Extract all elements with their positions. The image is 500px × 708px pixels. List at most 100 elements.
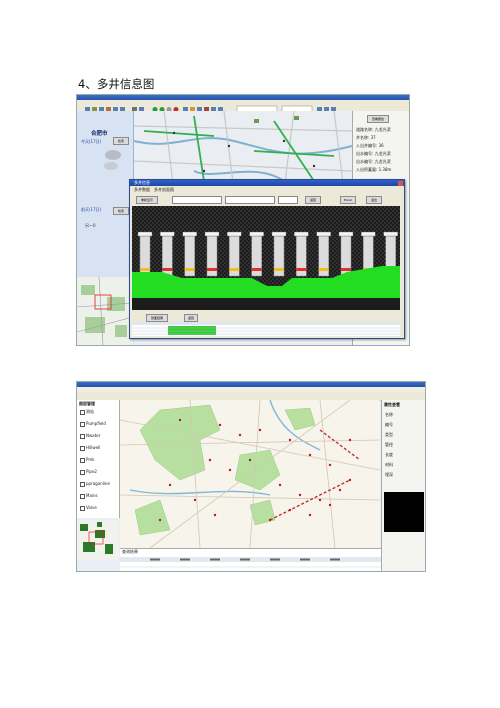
query-result-title: 查询结果 xyxy=(122,549,138,554)
layer-checkbox[interactable] xyxy=(80,494,85,499)
tab-profile[interactable]: 多井剖面图 xyxy=(154,187,174,193)
well-point-marker[interactable] xyxy=(268,518,272,522)
layer-item[interactable]: Valve xyxy=(80,505,118,511)
well-point-marker[interactable] xyxy=(218,423,222,427)
well-point-marker[interactable] xyxy=(213,513,217,517)
layer-label: Pipe2 xyxy=(86,469,97,474)
redisplay-button[interactable]: 重新显示 xyxy=(136,196,158,204)
result-table[interactable] xyxy=(120,557,381,571)
well-point-marker[interactable] xyxy=(288,438,292,442)
well-label xyxy=(271,231,287,237)
multi-well-screenshot: 合肥市 今天(17日) 前天(17日) 另一0 检索 检索 结论点系统 结论系统… xyxy=(76,94,410,346)
well-point-marker[interactable] xyxy=(318,498,322,502)
well-profile-view xyxy=(132,206,400,310)
return-button[interactable]: 返回 xyxy=(184,314,198,322)
attribute-panel: 属性查看 名称编号类型管径长度材料埋深 视频播放 xyxy=(381,400,425,571)
video-player[interactable] xyxy=(384,492,424,532)
profile-result-button[interactable]: 剖面结果 xyxy=(146,314,168,322)
left-panel-label: 前天(17日) xyxy=(81,207,102,212)
water-level-marker xyxy=(140,268,150,271)
water-level-marker xyxy=(274,268,284,271)
well-point-marker[interactable] xyxy=(348,478,352,482)
info-line: 出水编号: 九龙光滨 xyxy=(356,151,391,156)
layer-checkbox[interactable] xyxy=(80,482,85,487)
well-point-marker[interactable] xyxy=(328,503,332,507)
well-label xyxy=(294,231,309,237)
info-line: 道路名称: 九龙光滨 xyxy=(356,127,391,132)
well-point-marker[interactable] xyxy=(308,453,312,457)
dialog-title: 多井信息 xyxy=(134,180,150,185)
water-level-marker xyxy=(207,268,217,271)
water-level-marker xyxy=(229,268,240,271)
layer-checkbox[interactable] xyxy=(80,458,85,463)
left-panel-label: 另一0 xyxy=(85,223,96,228)
overview-map[interactable] xyxy=(77,520,119,560)
layer-checkbox[interactable] xyxy=(80,422,85,427)
well-point-marker[interactable] xyxy=(193,498,197,502)
well-point-marker[interactable] xyxy=(178,418,182,422)
well-point-marker[interactable] xyxy=(308,513,312,517)
layer-item[interactable]: Nwater xyxy=(80,433,118,439)
well-label xyxy=(227,231,242,237)
layer-checkbox[interactable] xyxy=(80,506,85,511)
layer-item[interactable]: Pmk xyxy=(80,457,118,463)
layer-item[interactable]: Pipe2 xyxy=(80,469,118,475)
city-label: 合肥市 xyxy=(91,131,108,137)
layer-checkbox[interactable] xyxy=(80,434,85,439)
multi-well-dialog: 多井信息 多井数据 多井剖面图 重新显示 返回 Excel 退出 剖面结果 返回 xyxy=(129,179,405,339)
main-map[interactable] xyxy=(120,400,380,548)
well-point-marker[interactable] xyxy=(248,458,252,462)
search-button[interactable]: 检索 xyxy=(113,137,129,145)
well-point-marker[interactable] xyxy=(228,468,232,472)
layer-label: 测站 xyxy=(86,409,94,414)
well-point-marker[interactable] xyxy=(278,483,282,487)
layer-checkbox[interactable] xyxy=(80,470,85,475)
interval-select[interactable] xyxy=(278,196,298,204)
well-point-marker[interactable] xyxy=(258,428,262,432)
attribute-row: 类型 xyxy=(385,432,393,437)
well-label xyxy=(204,231,220,237)
well-point-marker[interactable] xyxy=(208,458,212,462)
gis-map-screenshot: 图层管理 测站 Pumpfield Nwater Hillwell Pmk Pipe2 pp… xyxy=(76,381,426,572)
attribute-row: 材料 xyxy=(385,462,393,467)
layer-item[interactable]: Hillwell xyxy=(80,445,118,451)
end-date-field[interactable] xyxy=(225,196,275,204)
close-icon[interactable] xyxy=(398,180,403,186)
info-line: 出水编号: 九龙光滨 xyxy=(356,159,391,164)
well-data-table xyxy=(132,322,400,336)
well-point-marker[interactable] xyxy=(298,493,302,497)
query-result-panel: 查询结果 xyxy=(120,548,381,571)
layer-label: Pumpfield xyxy=(86,421,106,426)
layer-item[interactable]: ppraganline xyxy=(80,481,118,487)
layer-item[interactable]: 测站 xyxy=(80,409,118,415)
search-button[interactable]: 检索 xyxy=(113,207,129,215)
back-button[interactable]: 返回 xyxy=(305,196,321,204)
overview-map[interactable] xyxy=(77,277,133,345)
info-line: 入出积蓄量: 1.38m xyxy=(356,167,392,172)
well-point-marker[interactable] xyxy=(288,508,292,512)
layer-checkbox[interactable] xyxy=(80,446,85,451)
well-point-marker[interactable] xyxy=(168,483,172,487)
excel-button[interactable]: Excel xyxy=(340,196,356,204)
tab-data[interactable]: 多井数据 xyxy=(134,187,150,193)
well-label xyxy=(160,231,175,237)
layer-item[interactable]: Pumpfield xyxy=(80,421,118,427)
well-point-marker[interactable] xyxy=(348,438,352,442)
well-label xyxy=(361,231,376,237)
layer-label: Hillwell xyxy=(86,445,101,450)
attribute-row: 编号 xyxy=(385,422,393,427)
info-panel-tab[interactable]: 查看属性 xyxy=(367,115,389,123)
layer-label: Nwater xyxy=(86,433,101,438)
well-point-marker[interactable] xyxy=(328,463,332,467)
well-point-marker[interactable] xyxy=(158,518,162,522)
start-date-field[interactable] xyxy=(172,196,222,204)
layer-item[interactable]: Mains xyxy=(80,493,118,499)
attribute-row: 埋深 xyxy=(385,472,393,477)
well-point-marker[interactable] xyxy=(238,433,242,437)
cloud-icon xyxy=(104,150,121,170)
attribute-panel-title: 属性查看 xyxy=(384,402,400,407)
layer-checkbox[interactable] xyxy=(80,410,85,415)
exit-button[interactable]: 退出 xyxy=(366,196,382,204)
layer-label: Valve xyxy=(86,505,97,510)
well-point-marker[interactable] xyxy=(338,488,342,492)
